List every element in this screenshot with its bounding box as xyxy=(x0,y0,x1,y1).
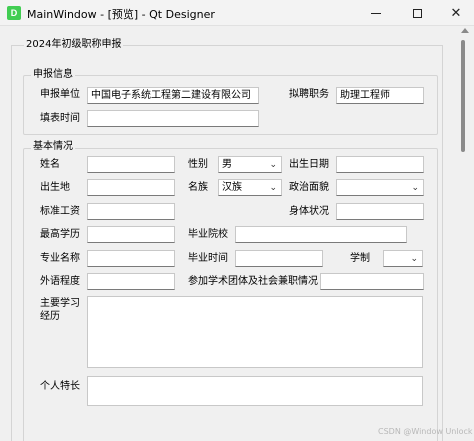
resume-label: 主要学习 经历 xyxy=(40,298,80,322)
close-icon: ✕ xyxy=(450,5,462,21)
gender-label: 性别 xyxy=(188,159,208,170)
degree-label: 学制 xyxy=(350,253,370,264)
political-select[interactable]: ⌄ xyxy=(336,179,424,196)
birthplace-input[interactable] xyxy=(87,179,175,196)
basic-info-title: 基本情况 xyxy=(31,141,75,153)
health-label: 身体状况 xyxy=(289,206,329,217)
name-input[interactable] xyxy=(87,156,175,173)
chevron-down-icon: ⌄ xyxy=(410,254,418,264)
ethnicity-select-value: 汉族 xyxy=(222,182,242,193)
specialty-textarea[interactable] xyxy=(87,376,423,406)
gender-select[interactable]: 男 ⌄ xyxy=(218,156,282,173)
foreign-lang-input[interactable] xyxy=(87,273,175,290)
minimize-icon xyxy=(371,12,381,14)
name-label: 姓名 xyxy=(40,159,60,170)
apply-unit-label: 申报单位 xyxy=(40,89,80,100)
political-label: 政治面貌 xyxy=(289,182,329,193)
position-label: 拟聘职务 xyxy=(289,89,329,100)
major-label: 专业名称 xyxy=(40,253,80,264)
gender-select-value: 男 xyxy=(222,159,232,170)
salary-input[interactable] xyxy=(87,203,175,220)
birthplace-label: 出生地 xyxy=(40,182,70,193)
apply-unit-input[interactable]: 中国电子系统工程第二建设有限公司 xyxy=(87,87,259,104)
grad-time-input[interactable] xyxy=(235,250,323,267)
society-label: 参加学术团体及社会兼职情况 xyxy=(188,276,318,287)
qt-designer-icon: D xyxy=(7,6,21,20)
fill-date-label: 填表时间 xyxy=(40,113,80,124)
close-button[interactable]: ✕ xyxy=(436,0,474,26)
birthdate-input[interactable] xyxy=(336,156,424,173)
education-label: 最高学历 xyxy=(40,229,80,240)
maximize-button[interactable] xyxy=(397,0,437,26)
ethnicity-label: 名族 xyxy=(188,182,208,193)
scroll-thumb[interactable] xyxy=(461,40,465,152)
ethnicity-select[interactable]: 汉族 ⌄ xyxy=(218,179,282,196)
salary-label: 标准工资 xyxy=(40,206,80,217)
grad-time-label: 毕业时间 xyxy=(188,253,228,264)
resume-textarea[interactable] xyxy=(87,296,423,368)
birthdate-label: 出生日期 xyxy=(289,159,329,170)
chevron-down-icon: ⌄ xyxy=(269,183,277,193)
scroll-up-icon[interactable] xyxy=(461,28,469,33)
chevron-down-icon: ⌄ xyxy=(269,160,277,170)
education-input[interactable] xyxy=(87,226,175,243)
title-bar[interactable]: D MainWindow - [预览] - Qt Designer ✕ xyxy=(0,0,474,26)
specialty-label: 个人特长 xyxy=(40,381,80,392)
maximize-icon xyxy=(412,8,422,18)
degree-select[interactable]: ⌄ xyxy=(383,250,423,267)
foreign-lang-label: 外语程度 xyxy=(40,276,80,287)
chevron-down-icon: ⌄ xyxy=(411,183,419,193)
minimize-button[interactable] xyxy=(356,0,396,26)
health-input[interactable] xyxy=(336,203,424,220)
major-input[interactable] xyxy=(87,250,175,267)
vertical-scrollbar[interactable] xyxy=(455,26,474,441)
position-input[interactable]: 助理工程师 xyxy=(336,87,424,104)
society-input[interactable] xyxy=(320,273,424,290)
school-input[interactable] xyxy=(235,226,407,243)
apply-info-title: 申报信息 xyxy=(31,69,75,81)
watermark: CSDN @Window Unlock xyxy=(378,427,473,436)
outer-group-title: 2024年初级职称申报 xyxy=(24,39,124,51)
window-title: MainWindow - [预览] - Qt Designer xyxy=(27,8,215,21)
school-label: 毕业院校 xyxy=(188,229,228,240)
fill-date-input[interactable] xyxy=(87,110,259,127)
form-area: 2024年初级职称申报 申报信息 申报单位 中国电子系统工程第二建设有限公司 拟… xyxy=(0,26,474,441)
